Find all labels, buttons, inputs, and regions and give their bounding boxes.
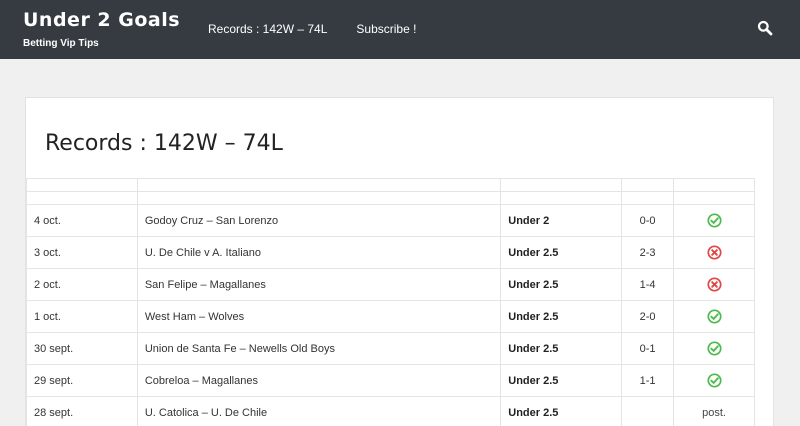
record-date: 3 oct. <box>26 236 138 269</box>
site-tagline: Betting Vip Tips <box>23 38 99 49</box>
main-nav: Records : 142W – 74L Subscribe ! <box>208 21 445 37</box>
site-title[interactable]: Under 2 Goals <box>23 8 180 32</box>
table-row: 28 sept. U. Catolica – U. De Chile Under 2… <box>26 396 755 426</box>
record-result <box>673 204 755 237</box>
record-score: 2-0 <box>621 300 675 333</box>
check-circle-icon <box>706 373 722 388</box>
records-table-body: 4 oct. Godoy Cruz – San Lorenzo Under 2 0-0… <box>26 178 755 426</box>
record-score <box>621 396 675 426</box>
brand: Under 2 Goals Betting Vip Tips <box>23 8 180 49</box>
record-match: Godoy Cruz – San Lorenzo <box>136 204 502 237</box>
record-date: 30 sept. <box>26 332 138 365</box>
record-pick: Under 2.5 <box>500 300 623 333</box>
record-result <box>673 332 755 365</box>
record-date: 29 sept. <box>26 364 138 397</box>
record-date: 4 oct. <box>26 204 138 237</box>
record-pick: Under 2.5 <box>500 268 623 301</box>
record-result-text: post. <box>702 406 726 419</box>
x-circle-icon <box>706 277 722 292</box>
check-circle-icon <box>706 309 722 324</box>
record-pick: Under 2.5 <box>500 332 623 365</box>
nav-item-subscribe[interactable]: Subscribe ! <box>356 21 416 37</box>
record-result <box>673 236 755 269</box>
table-spacer-row <box>26 178 755 192</box>
search-icon[interactable] <box>757 20 773 36</box>
record-score: 0-0 <box>621 204 675 237</box>
record-match: San Felipe – Magallanes <box>136 268 502 301</box>
record-pick: Under 2.5 <box>500 236 623 269</box>
page-title: Records : 142W – 74L <box>45 131 283 156</box>
content-card: Records : 142W – 74L 4 oct. Godoy Cruz – … <box>25 97 774 426</box>
record-match: Cobreloa – Magallanes <box>136 364 502 397</box>
table-row: 29 sept. Cobreloa – Magallanes Under 2.5 1-… <box>26 364 755 397</box>
x-circle-icon <box>706 245 722 260</box>
site-header: Under 2 Goals Betting Vip Tips Records :… <box>0 0 800 59</box>
record-score: 1-4 <box>621 268 675 301</box>
table-row: 30 sept. Union de Santa Fe – Newells Old … <box>26 332 755 365</box>
record-pick: Under 2.5 <box>500 396 623 426</box>
table-row: 3 oct. U. De Chile v A. Italiano Under 2.5… <box>26 236 755 269</box>
record-result <box>673 364 755 397</box>
record-date: 2 oct. <box>26 268 138 301</box>
record-score: 2-3 <box>621 236 675 269</box>
record-result <box>673 268 755 301</box>
record-pick: Under 2 <box>500 204 623 237</box>
record-match: U. Catolica – U. De Chile <box>136 396 502 426</box>
record-score: 1-1 <box>621 364 675 397</box>
record-match: Union de Santa Fe – Newells Old Boys <box>136 332 502 365</box>
record-match: U. De Chile v A. Italiano <box>136 236 502 269</box>
table-row: 2 oct. San Felipe – Magallanes Under 2.5 1-… <box>26 268 755 301</box>
record-date: 1 oct. <box>26 300 138 333</box>
table-spacer-row <box>26 191 755 205</box>
record-pick: Under 2.5 <box>500 364 623 397</box>
record-score: 0-1 <box>621 332 675 365</box>
record-result: post. <box>673 396 755 426</box>
record-result <box>673 300 755 333</box>
check-circle-icon <box>706 341 722 356</box>
records-table: 4 oct. Godoy Cruz – San Lorenzo Under 2 0-0… <box>26 178 755 426</box>
record-match: West Ham – Wolves <box>136 300 502 333</box>
record-date: 28 sept. <box>26 396 138 426</box>
nav-item-records[interactable]: Records : 142W – 74L <box>208 21 327 37</box>
table-row: 1 oct. West Ham – Wolves Under 2.5 2-0 <box>26 300 755 333</box>
check-circle-icon <box>706 213 722 228</box>
table-row: 4 oct. Godoy Cruz – San Lorenzo Under 2 0-0 <box>26 204 755 237</box>
